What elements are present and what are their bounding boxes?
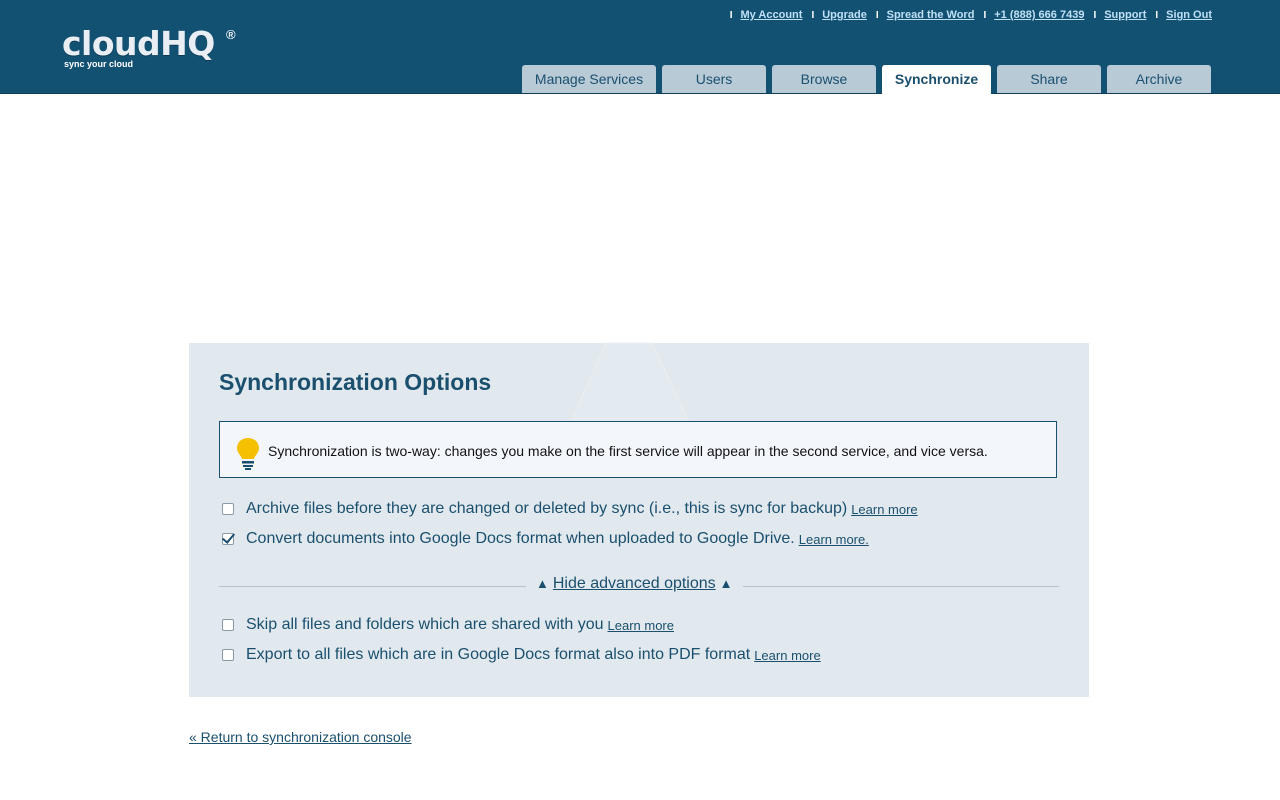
logo-tagline: sync your cloud <box>64 59 134 69</box>
option-convert-google-docs: Convert documents into Google Docs forma… <box>222 530 869 548</box>
top-link-separator: I <box>875 9 879 21</box>
learn-more-link[interactable]: Learn more <box>754 648 820 663</box>
spread-the-word-link[interactable]: Spread the Word <box>887 9 975 21</box>
page-title: Synchronization Options <box>219 369 492 395</box>
convert-google-docs-checkbox[interactable] <box>222 533 234 545</box>
skip-shared-checkbox[interactable] <box>222 619 234 631</box>
upgrade-link[interactable]: Upgrade <box>822 9 867 21</box>
learn-more-link[interactable]: Learn more. <box>799 532 869 547</box>
option-label: Archive files before they are changed or… <box>246 500 848 517</box>
option-label: Skip all files and folders which are sha… <box>246 616 604 633</box>
tab-archive[interactable]: Archive <box>1107 65 1211 93</box>
option-archive-before-sync: Archive files before they are changed or… <box>222 500 918 518</box>
panel-pointer-decoration <box>571 342 689 420</box>
logo-wordmark: cloudHQ <box>62 24 215 63</box>
learn-more-link[interactable]: Learn more <box>851 502 917 517</box>
my-account-link[interactable]: My Account <box>741 9 803 21</box>
export-pdf-checkbox[interactable] <box>222 649 234 661</box>
learn-more-link[interactable]: Learn more <box>608 618 674 633</box>
tab-browse[interactable]: Browse <box>772 65 876 93</box>
top-link-separator: I <box>983 9 987 21</box>
top-link-separator: I <box>1093 9 1097 21</box>
lightbulb-icon <box>237 438 259 470</box>
app-header: cloudHQ ® sync your cloud I My Account I… <box>0 0 1280 94</box>
option-skip-shared: Skip all files and folders which are sha… <box>222 616 674 634</box>
logo-registered-mark: ® <box>226 27 236 42</box>
info-tip-box: Synchronization is two-way: changes you … <box>219 421 1057 478</box>
triangle-up-icon: ▲ <box>719 576 733 591</box>
top-link-separator: I <box>729 9 733 21</box>
archive-before-sync-checkbox[interactable] <box>222 503 234 515</box>
advanced-options-toggle: ▲ Hide advanced options ▲ <box>526 575 743 593</box>
option-label: Export to all files which are in Google … <box>246 646 751 663</box>
tab-share[interactable]: Share <box>997 65 1101 93</box>
tip-text: Synchronization is two-way: changes you … <box>268 443 988 459</box>
top-link-separator: I <box>811 9 815 21</box>
top-link-separator: I <box>1155 9 1159 21</box>
hide-advanced-options-link[interactable]: Hide advanced options <box>553 575 716 592</box>
cloudhq-logo[interactable]: cloudHQ ® sync your cloud <box>62 24 236 70</box>
option-label: Convert documents into Google Docs forma… <box>246 530 795 547</box>
tab-manage-services[interactable]: Manage Services <box>522 65 656 93</box>
sign-out-link[interactable]: Sign Out <box>1166 9 1212 21</box>
tab-synchronize[interactable]: Synchronize <box>882 65 991 94</box>
top-links: I My Account I Upgrade I Spread the Word… <box>721 9 1212 21</box>
tab-users[interactable]: Users <box>662 65 766 93</box>
return-to-console-link[interactable]: « Return to synchronization console <box>189 729 412 745</box>
triangle-up-icon: ▲ <box>536 576 549 591</box>
option-export-pdf: Export to all files which are in Google … <box>222 646 821 664</box>
support-link[interactable]: Support <box>1104 9 1146 21</box>
phone-link[interactable]: +1 (888) 666 7439 <box>994 9 1084 21</box>
